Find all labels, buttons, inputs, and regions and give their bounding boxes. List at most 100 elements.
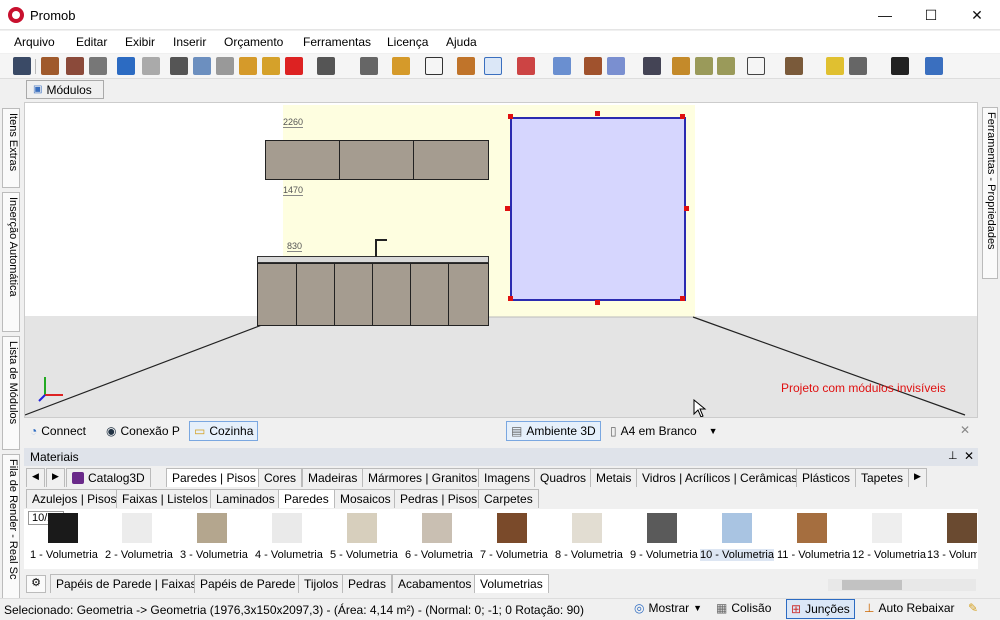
upper-cabinet[interactable]: [413, 140, 489, 180]
close-icon[interactable]: ✕: [964, 449, 974, 463]
menu-ajuda[interactable]: Ajuda: [446, 35, 477, 49]
move-icon[interactable]: [891, 57, 909, 75]
price-icon[interactable]: [317, 57, 335, 75]
material-thumbnail[interactable]: [647, 513, 677, 543]
tab-volumetrias[interactable]: Volumetrias: [474, 574, 549, 593]
cube-icon[interactable]: [785, 57, 803, 75]
catalog3d-tab[interactable]: Catalog3D: [66, 468, 151, 487]
tab-mosaicos[interactable]: Mosaicos: [334, 489, 397, 508]
tab-insercao-automatica[interactable]: Inserção Automática: [2, 192, 20, 332]
menu-exibir[interactable]: Exibir: [125, 35, 155, 49]
scroll-right-button[interactable]: ▶: [908, 468, 927, 487]
horizontal-scrollbar[interactable]: [828, 579, 976, 591]
menu-arquivo[interactable]: Arquivo: [14, 35, 55, 49]
undo-icon[interactable]: [117, 57, 135, 75]
hammer-icon[interactable]: [239, 57, 257, 75]
tab-cores[interactable]: Cores: [258, 468, 303, 487]
tab-quadros[interactable]: Quadros: [534, 468, 593, 487]
save-icon[interactable]: [13, 57, 31, 75]
material-thumbnail[interactable]: [122, 513, 152, 543]
delete-icon[interactable]: [285, 57, 303, 75]
minimize-button[interactable]: —: [862, 0, 908, 30]
tab-itens-extras[interactable]: Itens Extras: [2, 108, 20, 188]
material-thumbnail[interactable]: [722, 513, 752, 543]
resize-handle[interactable]: [680, 114, 685, 119]
countertop[interactable]: [257, 256, 489, 263]
measure-icon[interactable]: [517, 57, 535, 75]
resize-handle[interactable]: [505, 206, 510, 211]
tab-metais[interactable]: Metais: [590, 468, 638, 487]
select-cursor-icon[interactable]: [484, 57, 502, 75]
material-thumbnail[interactable]: [497, 513, 527, 543]
a4-tab[interactable]: ▯ A4 em Branco ▼: [606, 421, 722, 441]
light-icon[interactable]: [826, 57, 844, 75]
maximize-button[interactable]: ☐: [908, 0, 954, 30]
tab-azulejos-pisos[interactable]: Azulejos | Pisos: [26, 489, 123, 508]
tools-icon[interactable]: ✎: [968, 601, 978, 615]
tab-paredes[interactable]: Paredes: [278, 489, 335, 508]
group-icon[interactable]: [360, 57, 378, 75]
resize-handle[interactable]: [508, 296, 513, 301]
material-thumbnail[interactable]: [347, 513, 377, 543]
copy-icon[interactable]: [193, 57, 211, 75]
selected-geometry-panel[interactable]: [510, 117, 686, 301]
material-thumbnail[interactable]: [197, 513, 227, 543]
arrow-right-icon[interactable]: [717, 57, 735, 75]
tab-papeis-de-parede[interactable]: Papéis de Parede: [194, 574, 302, 593]
modules-icon[interactable]: [392, 57, 410, 75]
colisao-button[interactable]: ▦ Colisão: [716, 601, 771, 615]
chevron-down-icon[interactable]: ▼: [709, 426, 718, 436]
close-icon[interactable]: ✕: [960, 423, 970, 437]
door-icon[interactable]: [457, 57, 475, 75]
paint-roller-icon[interactable]: [262, 57, 280, 75]
material-thumbnail[interactable]: [872, 513, 902, 543]
tab-madeiras[interactable]: Madeiras: [302, 468, 364, 487]
close-button[interactable]: ✕: [954, 0, 1000, 30]
resize-handle[interactable]: [684, 206, 689, 211]
redo-icon[interactable]: [142, 57, 160, 75]
cozinha-tab[interactable]: ▭ Cozinha: [189, 421, 259, 441]
material-thumbnail[interactable]: [947, 513, 977, 543]
lower-cabinet[interactable]: [257, 263, 297, 326]
upper-cabinet[interactable]: [339, 140, 415, 180]
mostrar-button[interactable]: ◎ Mostrar ▼: [634, 601, 702, 615]
tab-vidros-acrilicos-ceramicas[interactable]: Vidros | Acrílicos | Cerâmicas: [636, 468, 804, 487]
paste-icon[interactable]: [216, 57, 234, 75]
lower-cabinet[interactable]: [372, 263, 411, 326]
tab-acabamentos[interactable]: Acabamentos: [392, 574, 478, 593]
settings-icon[interactable]: ⚙: [26, 575, 46, 593]
lower-cabinet[interactable]: [410, 263, 449, 326]
cut-icon[interactable]: [170, 57, 188, 75]
rectangle-icon[interactable]: [425, 57, 443, 75]
modules-tab[interactable]: ▣ Módulos: [26, 80, 104, 99]
layers-icon[interactable]: [553, 57, 571, 75]
render-icon[interactable]: [925, 57, 943, 75]
menu-ferramentas[interactable]: Ferramentas: [303, 35, 371, 49]
material-thumbnail[interactable]: [272, 513, 302, 543]
material-thumbnail[interactable]: [422, 513, 452, 543]
menu-editar[interactable]: Editar: [76, 35, 107, 49]
auto-rebaixar-button[interactable]: ⊥ Auto Rebaixar: [864, 601, 955, 615]
scrollbar-thumb[interactable]: [842, 580, 902, 590]
menu-inserir[interactable]: Inserir: [173, 35, 206, 49]
scroll-right-button[interactable]: ▶: [46, 468, 65, 487]
material-thumbnail[interactable]: [572, 513, 602, 543]
print-setup-icon[interactable]: [41, 57, 59, 75]
tab-tapetes[interactable]: Tapetes: [855, 468, 910, 487]
connect-tab[interactable]: ◔ Connect: [26, 421, 90, 441]
lower-cabinet[interactable]: [296, 263, 335, 326]
resize-handle[interactable]: [595, 300, 600, 305]
eye-icon[interactable]: [643, 57, 661, 75]
tab-pedras[interactable]: Pedras: [342, 574, 393, 593]
tab-carpetes[interactable]: Carpetes: [478, 489, 539, 508]
tab-ferramentas-propriedades[interactable]: Ferramentas - Propriedades: [982, 107, 998, 279]
frame-icon[interactable]: [747, 57, 765, 75]
ambiente-3d-tab[interactable]: ▤ Ambiente 3D: [506, 421, 601, 441]
tab-plasticos[interactable]: Plásticos: [796, 468, 857, 487]
resize-handle[interactable]: [680, 296, 685, 301]
resize-handle[interactable]: [508, 114, 513, 119]
lower-cabinet[interactable]: [448, 263, 489, 326]
tab-faixas-listelos[interactable]: Faixas | Listelos: [116, 489, 214, 508]
tab-imagens[interactable]: Imagens: [478, 468, 537, 487]
scroll-left-button[interactable]: ◀: [26, 468, 45, 487]
